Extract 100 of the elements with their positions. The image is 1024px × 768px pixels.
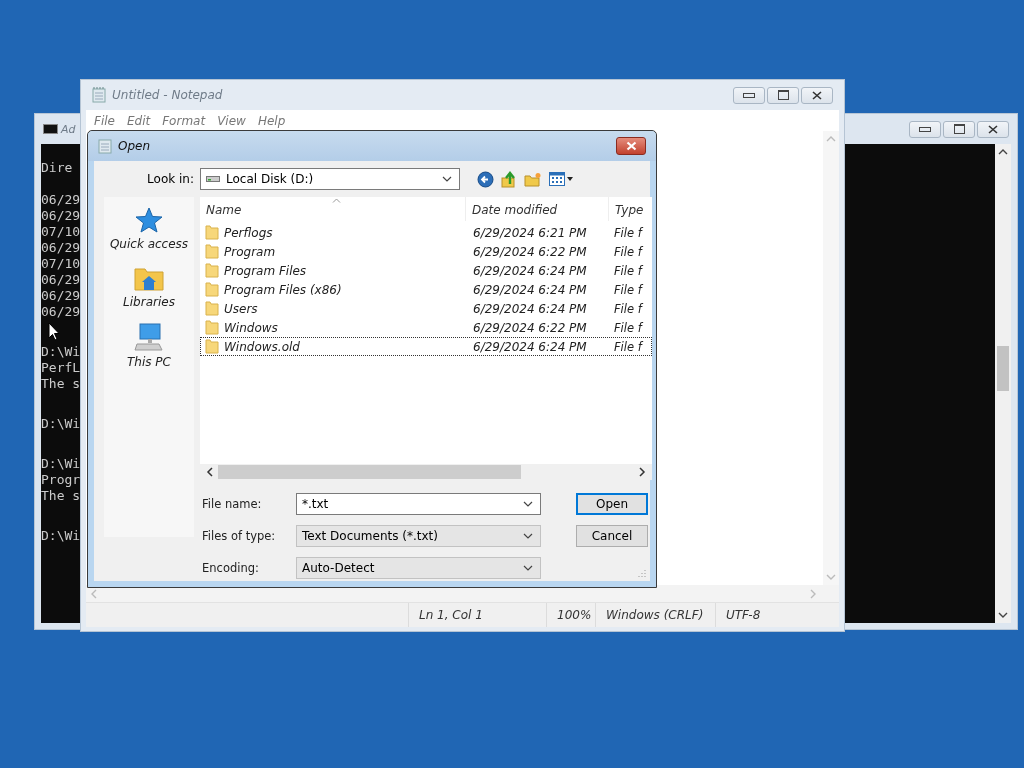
dropdown[interactable]: Auto-Detect [296,556,541,579]
file-date: 6/29/2024 6:24 PM [472,339,588,354]
file-name: Program [224,244,276,259]
place-item[interactable]: This PC [127,323,171,369]
file-type: File f [613,339,645,354]
close-icon [812,90,822,100]
mouse-cursor-icon [48,322,60,341]
console-line: D:\Wi [41,416,81,432]
resize-grip-icon[interactable] [638,569,646,577]
file-type: File f [613,225,645,240]
menu-item[interactable]: Help [251,113,292,128]
folder-icon [205,339,219,354]
library-folder-icon [134,265,164,291]
folder-icon [205,263,219,278]
file-date: 6/29/2024 6:22 PM [472,244,588,259]
console-line: 06/29 [41,272,81,288]
file-name: Perflogs [224,225,273,240]
file-name: Program Files (x86) [224,282,342,297]
file-name: Program Files [224,263,307,278]
scroll-thumb[interactable] [997,346,1009,391]
file-name: Users [224,301,258,316]
menu-item[interactable]: Edit [120,113,157,128]
look-in-label: Look in: [147,172,194,186]
scroll-right-icon[interactable] [638,467,646,477]
console-line: 06/29 [41,240,81,256]
console-line: D:\Wi [41,344,81,360]
file-date: 6/29/2024 6:22 PM [472,320,588,335]
close-icon [625,141,637,151]
console-line: Progr [41,472,81,488]
folder-icon [205,244,219,259]
up-folder-icon[interactable] [501,170,517,188]
scroll-up-icon[interactable] [998,148,1008,156]
file-row[interactable]: Program 6/29/2024 6:22 PM File f [200,242,652,261]
chevron-down-icon [523,564,533,571]
open-button[interactable]: Open [576,492,648,515]
window-title: Ad [61,122,76,136]
scroll-down-icon[interactable] [998,611,1008,619]
menu-item[interactable]: Format [156,113,212,128]
minimize-button[interactable] [909,120,941,138]
file-type: File f [613,244,645,259]
field-label: File name: [202,496,263,511]
file-row[interactable]: Windows 6/29/2024 6:22 PM File f [200,318,652,337]
file-type: File f [613,263,645,278]
encoding-label: UTF-8 [715,603,839,627]
menu-item[interactable]: View [211,113,252,128]
column-header[interactable]: Type [608,197,652,221]
file-type: File f [613,301,645,316]
file-type: File f [613,320,645,335]
console-line: The s [41,488,81,504]
file-date: 6/29/2024 6:24 PM [472,263,588,278]
menu-item[interactable]: File [88,113,121,128]
close-button[interactable] [616,137,646,155]
window-title: Untitled - Notepad [112,88,223,102]
console-line: 06/29 [41,304,81,320]
console-line: 06/29 [41,208,81,224]
minimize-button[interactable] [733,86,765,104]
scroll-thumb[interactable] [218,465,521,479]
place-item[interactable]: Quick access [109,207,189,251]
computer-icon [134,323,164,351]
column-header[interactable]: Date modified [465,197,608,221]
console-line: 06/29 [41,288,81,304]
file-row[interactable]: Windows.old 6/29/2024 6:24 PM File f [200,337,652,356]
scroll-left-icon[interactable] [206,467,214,477]
horizontal-scrollbar[interactable] [200,464,652,480]
file-type: File f [613,282,645,297]
file-row[interactable]: Users 6/29/2024 6:24 PM File f [200,299,652,318]
console-line: Dire [41,160,73,176]
console-line: 07/10 [41,256,81,272]
field-label: Files of type: [202,528,277,543]
view-menu-icon[interactable] [549,172,574,186]
folder-icon [205,320,219,335]
close-button[interactable] [977,120,1009,138]
console-line: 07/10 [41,224,81,240]
console-icon [43,124,58,134]
vertical-scrollbar[interactable] [995,144,1011,623]
maximize-button[interactable] [767,86,799,104]
file-row[interactable]: Perflogs 6/29/2024 6:21 PM File f [200,223,652,242]
close-button[interactable] [801,86,833,104]
folder-icon [205,225,219,240]
maximize-button[interactable] [943,120,975,138]
console-line: D:\Wi [41,456,81,472]
notepad-icon [92,87,106,103]
dropdown[interactable]: Text Documents (*.txt) [296,524,541,547]
console-line: PerfL [41,360,81,376]
zoom-level: 100% [546,603,595,627]
column-header[interactable]: Name [200,197,465,221]
place-item[interactable]: Libraries [123,265,175,309]
field-label: Encoding: [202,560,260,575]
file-date: 6/29/2024 6:24 PM [472,282,588,297]
cursor-position: Ln 1, Col 1 [408,603,546,627]
file-row[interactable]: Program Files 6/29/2024 6:24 PM File f [200,261,652,280]
file-row[interactable]: Program Files (x86) 6/29/2024 6:24 PM File f [200,280,652,299]
drive-icon [206,175,220,183]
cancel-button[interactable]: Cancel [576,524,648,547]
look-in-dropdown[interactable]: Local Disk (D:) [200,168,460,190]
file-date: 6/29/2024 6:24 PM [472,301,588,316]
back-icon[interactable] [477,170,494,188]
chevron-down-icon [442,176,452,182]
file-name-field[interactable]: *.txt [296,492,541,515]
line-ending: Windows (CRLF) [595,603,715,627]
